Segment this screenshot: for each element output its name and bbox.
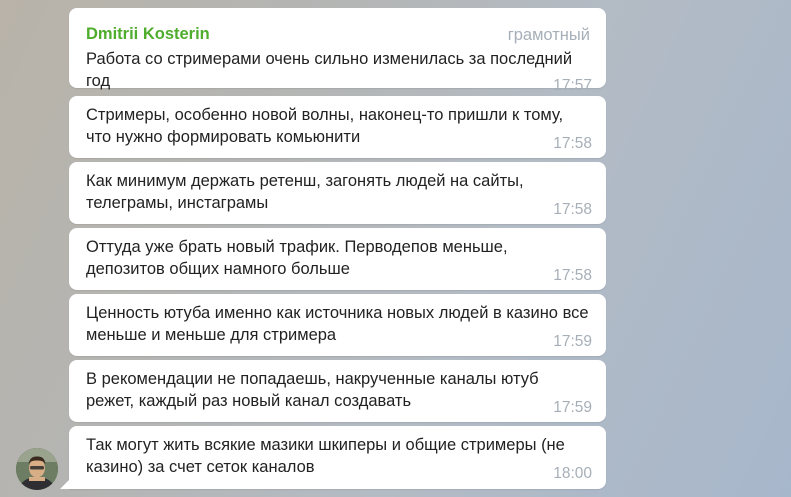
message-text: Работа со стримерами очень сильно измени… bbox=[86, 50, 573, 90]
message-bubble[interactable]: Оттуда уже брать новый трафик. Перводепо… bbox=[69, 228, 606, 290]
message-time: 17:58 bbox=[553, 267, 592, 284]
message-time: 17:59 bbox=[553, 333, 592, 350]
message-time: 17:59 bbox=[553, 399, 592, 416]
message-bubble[interactable]: В рекомендации не попадаешь, накрученные… bbox=[69, 360, 606, 422]
sender-avatar[interactable] bbox=[16, 448, 58, 490]
message-text: Оттуда уже брать новый трафик. Перводепо… bbox=[86, 238, 508, 278]
message-bubble[interactable]: Так могут жить всякие мазики шкиперы и о… bbox=[69, 426, 606, 489]
message-text: Стримеры, особенно новой волны, наконец-… bbox=[86, 106, 564, 146]
message-bubble[interactable]: Ценность ютуба именно как источника новы… bbox=[69, 294, 606, 356]
message-bubble[interactable]: Стримеры, особенно новой волны, наконец-… bbox=[69, 96, 606, 158]
message-text: В рекомендации не попадаешь, накрученные… bbox=[86, 370, 539, 410]
avatar-photo-icon bbox=[16, 448, 58, 490]
message-time: 17:57 bbox=[553, 77, 592, 94]
chat-message-area[interactable]: Dmitrii Kosterin грамотный Работа со стр… bbox=[0, 0, 791, 497]
message-time: 18:00 bbox=[553, 465, 592, 482]
message-text: Так могут жить всякие мазики шкиперы и о… bbox=[86, 436, 565, 476]
message-text: Ценность ютуба именно как источника новы… bbox=[86, 304, 589, 344]
sender-name[interactable]: Dmitrii Kosterin bbox=[86, 24, 210, 44]
message-text: Как минимум держать ретенш, загонять люд… bbox=[86, 172, 524, 212]
message-bubble[interactable]: Как минимум держать ретенш, загонять люд… bbox=[69, 162, 606, 224]
message-time: 17:58 bbox=[553, 135, 592, 152]
message-time: 17:58 bbox=[553, 201, 592, 218]
message-bubble[interactable]: Dmitrii Kosterin грамотный Работа со стр… bbox=[69, 8, 606, 94]
sender-badge: грамотный bbox=[507, 26, 590, 44]
bubble-tail bbox=[60, 476, 73, 489]
